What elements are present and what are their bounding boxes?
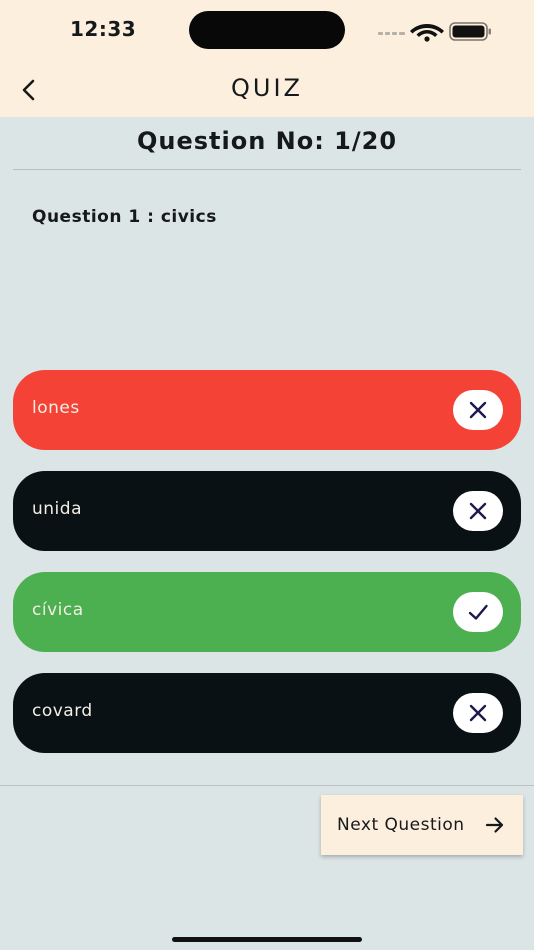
header: 12:33 QUIZ [0,0,534,117]
divider [0,785,534,786]
arrow-right-icon [485,817,504,833]
answer-label: cívica [32,600,84,620]
answer-label: lones [32,398,80,418]
divider [13,169,521,170]
close-icon [453,693,503,733]
close-icon [453,390,503,430]
next-question-button[interactable]: Next Question [321,795,523,855]
home-indicator [172,937,362,942]
answer-label: covard [32,701,93,721]
check-icon [453,592,503,632]
next-question-label: Next Question [337,815,465,835]
status-icons [378,22,491,42]
close-icon [453,491,503,531]
answer-option-3[interactable]: cívica [13,572,521,652]
question-text: Question 1 : civics [32,207,217,227]
wifi-icon [410,24,444,42]
answer-option-2[interactable]: unida [13,471,521,551]
page-title: QUIZ [231,74,303,102]
answer-label: unida [32,499,82,519]
dynamic-island [189,11,345,49]
signal-icon [378,32,405,35]
answer-option-4[interactable]: covard [13,673,521,753]
question-number: Question No: 1/20 [136,127,398,155]
status-time: 12:33 [70,17,137,41]
battery-icon [449,22,491,41]
answer-option-1[interactable]: lones [13,370,521,450]
